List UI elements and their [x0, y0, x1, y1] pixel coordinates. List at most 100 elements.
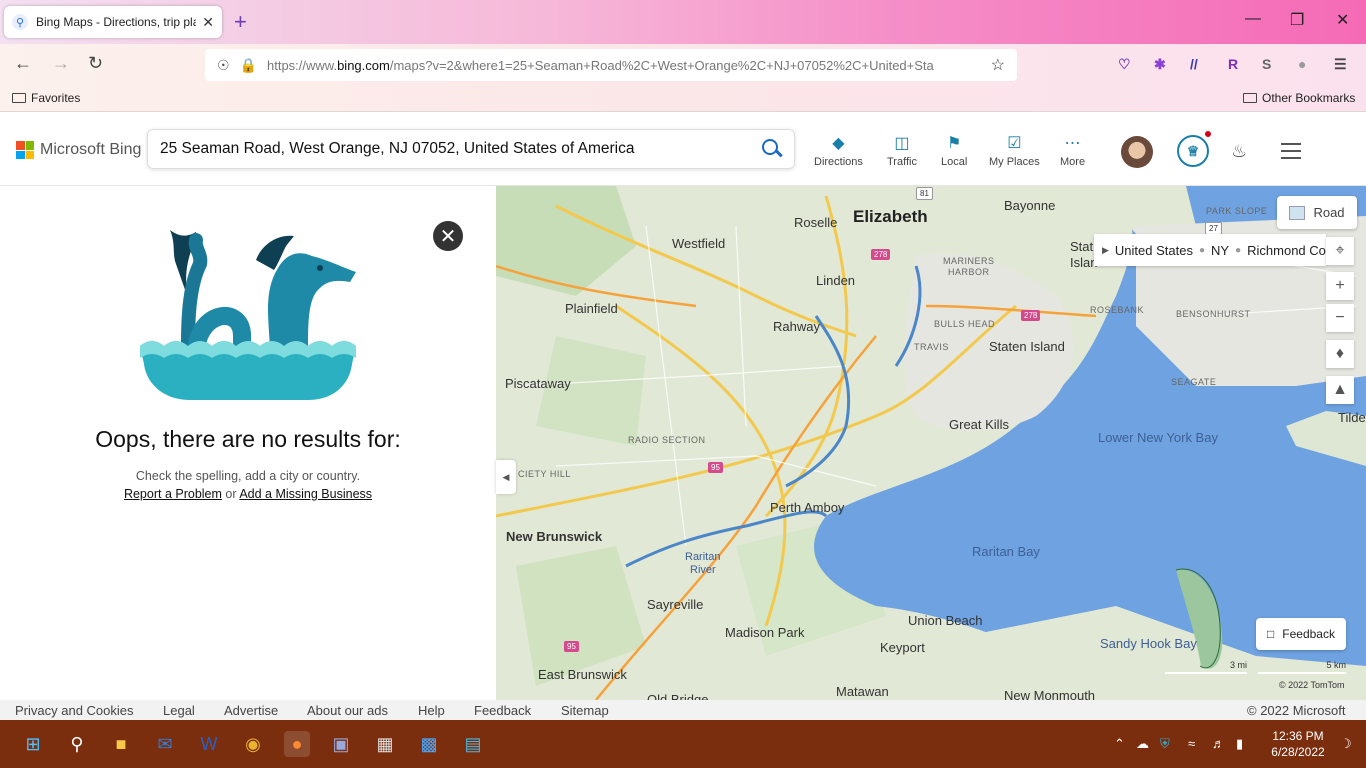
footer-link-advertise[interactable]: Advertise: [224, 703, 278, 718]
extension-r-icon[interactable]: R: [1228, 56, 1238, 72]
back-icon[interactable]: ←: [14, 53, 32, 74]
map-label: Westfield: [672, 236, 726, 251]
extension-icon[interactable]: ✱: [1154, 56, 1166, 73]
breadcrumb-county[interactable]: Richmond Co.: [1247, 243, 1326, 258]
shield-icon: ☉: [217, 56, 230, 73]
map-label: Union Beach: [908, 613, 983, 628]
zoom-out-icon[interactable]: −: [1326, 304, 1354, 332]
breadcrumb-country[interactable]: United States: [1115, 243, 1193, 258]
map-style-button[interactable]: Road: [1277, 196, 1357, 229]
onedrive-icon[interactable]: ☁: [1136, 736, 1149, 752]
my-places-icon: ☑: [1007, 135, 1022, 152]
pocket-icon[interactable]: ♡: [1118, 56, 1131, 73]
scale-bar-miles: 3 mi: [1165, 660, 1247, 674]
page-footer: Privacy and Cookies Legal Advertise Abou…: [0, 700, 1366, 720]
report-problem-link[interactable]: Report a Problem: [124, 487, 222, 501]
extension-s-icon[interactable]: S: [1262, 56, 1271, 72]
notification-dot: [1205, 131, 1211, 137]
rewards-icon[interactable]: ♕: [1177, 135, 1209, 167]
nav-directions[interactable]: ◆ Directions: [814, 133, 863, 168]
map-label: Rahway: [773, 319, 820, 334]
file-explorer-icon[interactable]: ■: [108, 731, 134, 757]
volume-icon[interactable]: ♬: [1212, 736, 1225, 751]
notepad-icon[interactable]: ▤: [460, 731, 486, 757]
map-label: Tilde: [1338, 410, 1366, 425]
nav-local[interactable]: ⚑ Local: [941, 133, 967, 168]
forward-icon[interactable]: →: [52, 53, 70, 74]
footer-link-feedback[interactable]: Feedback: [474, 703, 531, 718]
map-feedback-button[interactable]: □ Feedback: [1256, 618, 1346, 650]
avatar[interactable]: [1121, 136, 1153, 168]
address-bar[interactable]: ☉ 🔒 https://www.bing.com/maps?v=2&where1…: [205, 49, 1017, 81]
close-panel-icon[interactable]: ✕: [433, 221, 463, 251]
footer-link-help[interactable]: Help: [418, 703, 445, 718]
map-label: BENSONHURST: [1176, 309, 1251, 319]
bing-search-icon: ⚲: [12, 14, 28, 30]
tab-title: Bing Maps - Directions, trip plan: [36, 15, 197, 29]
search-icon[interactable]: [760, 138, 782, 160]
battery-icon[interactable]: ▮: [1236, 736, 1243, 752]
tab-close-icon[interactable]: ✕: [202, 14, 214, 31]
firefox-icon[interactable]: ●: [284, 731, 310, 757]
zoom-in-icon[interactable]: +: [1326, 272, 1354, 300]
add-business-link[interactable]: Add a Missing Business: [239, 487, 372, 501]
notifications-icon[interactable]: ☽: [1340, 736, 1352, 752]
footer-link-sitemap[interactable]: Sitemap: [561, 703, 609, 718]
window-close-icon[interactable]: ✕: [1336, 10, 1349, 30]
menu-icon[interactable]: ☰: [1334, 56, 1347, 73]
collapse-panel-icon[interactable]: ◀: [496, 460, 516, 494]
new-tab-icon[interactable]: +: [234, 9, 247, 35]
location-breadcrumb[interactable]: ▶ United States ● NY ● Richmond Co.: [1094, 234, 1326, 266]
map-label: Raritan: [685, 551, 721, 563]
map-label: Stat: [1070, 239, 1094, 254]
footer-link-about-ads[interactable]: About our ads: [307, 703, 388, 718]
reload-icon[interactable]: ↻: [88, 53, 103, 74]
bing-logo[interactable]: Microsoft Bing: [16, 141, 141, 159]
nav-traffic[interactable]: ◫ Traffic: [887, 133, 917, 168]
extension-icon[interactable]: //: [1190, 56, 1198, 72]
hamburger-menu-icon[interactable]: [1281, 143, 1301, 164]
url-text[interactable]: https://www.bing.com/maps?v=2&where1=25+…: [267, 58, 985, 73]
breadcrumb-state[interactable]: NY: [1211, 243, 1229, 258]
taskbar-clock[interactable]: 12:36 PM 6/28/2022: [1262, 728, 1334, 760]
chrome-icon[interactable]: ◉: [240, 731, 266, 757]
windows-start-icon[interactable]: ⊞: [20, 731, 46, 757]
nav-more[interactable]: ⋯ More: [1060, 133, 1085, 168]
search-icon[interactable]: ⚲: [64, 731, 90, 757]
expand-icon[interactable]: ▶: [1102, 245, 1109, 256]
remote-desktop-icon[interactable]: ▩: [416, 731, 442, 757]
no-results-links: Report a Problem or Add a Missing Busine…: [123, 487, 373, 501]
browser-tab[interactable]: ⚲ Bing Maps - Directions, trip plan ✕: [4, 6, 222, 38]
map-label: Roselle: [794, 215, 838, 230]
lock-icon: 🔒: [239, 56, 257, 73]
map-label: Staten Island: [989, 339, 1065, 354]
minimize-icon[interactable]: —: [1245, 10, 1261, 28]
search-box[interactable]: 25 Seaman Road, West Orange, NJ 07052, U…: [147, 129, 795, 169]
locate-me-icon[interactable]: ⌖: [1326, 237, 1354, 265]
extension-icon[interactable]: ●: [1298, 56, 1306, 72]
map-label: Plainfield: [565, 301, 618, 316]
tilt-icon[interactable]: ▲: [1326, 376, 1354, 404]
footer-link-legal[interactable]: Legal: [163, 703, 195, 718]
search-input[interactable]: 25 Seaman Road, West Orange, NJ 07052, U…: [160, 140, 760, 158]
restore-icon[interactable]: ❐: [1290, 10, 1304, 30]
bookmark-other[interactable]: Other Bookmarks: [1243, 91, 1355, 105]
calculator-icon[interactable]: ▦: [372, 731, 398, 757]
wifi-icon[interactable]: ≈: [1188, 736, 1195, 751]
browser-titlebar: ⚲ Bing Maps - Directions, trip plan ✕ + …: [0, 0, 1366, 44]
word-icon[interactable]: W: [196, 731, 222, 757]
map-label: River: [690, 564, 716, 576]
bookmark-star-icon[interactable]: ☆: [991, 55, 1005, 75]
map-label: Raritan Bay: [972, 544, 1040, 559]
compass-icon[interactable]: ♦: [1326, 340, 1354, 368]
tray-chevron-icon[interactable]: ⌃: [1114, 736, 1125, 752]
map-label: SEAGATE: [1171, 377, 1217, 387]
map-label: Great Kills: [949, 417, 1009, 432]
defender-icon[interactable]: ⛨: [1160, 736, 1170, 752]
bookmark-favorites[interactable]: Favorites: [12, 91, 80, 105]
bell-icon[interactable]: ♨: [1231, 141, 1247, 162]
nav-my-places[interactable]: ☑ My Places: [989, 133, 1040, 168]
footer-link-privacy[interactable]: Privacy and Cookies: [15, 703, 134, 718]
outlook-icon[interactable]: ✉: [152, 731, 178, 757]
control-panel-icon[interactable]: ▣: [328, 731, 354, 757]
